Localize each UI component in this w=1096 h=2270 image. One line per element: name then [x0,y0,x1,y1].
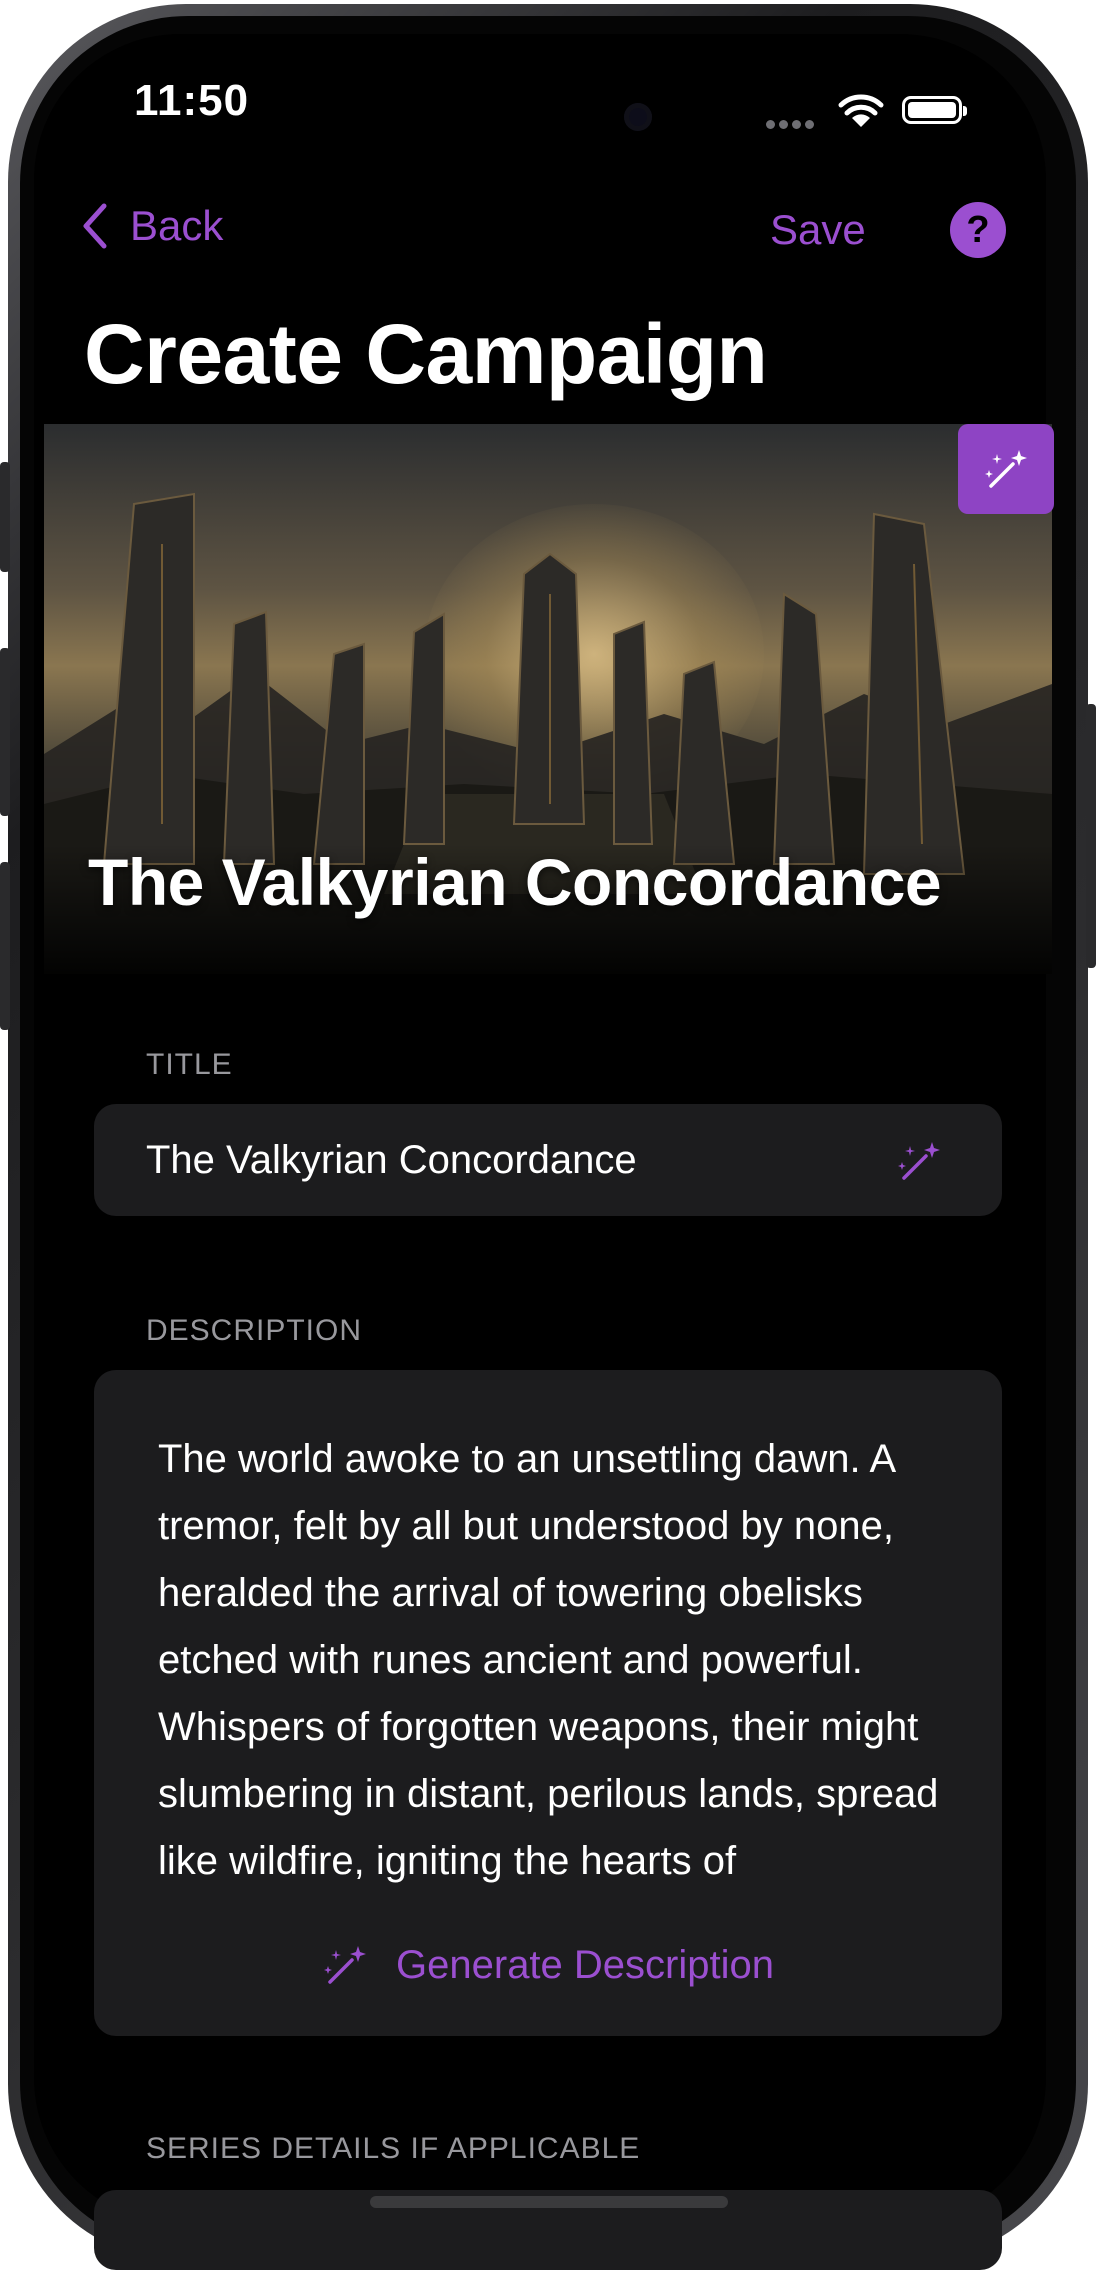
back-button[interactable]: Back [82,202,223,250]
generate-image-button[interactable] [958,424,1054,514]
series-label: SERIES DETAILS IF APPLICABLE [146,2132,641,2165]
wifi-icon [838,94,884,133]
side-button [0,462,10,572]
title-value: The Valkyrian Concordance [146,1138,637,1182]
description-label: DESCRIPTION [146,1314,363,1347]
magic-wand-icon [324,1946,367,1984]
back-label: Back [130,202,224,249]
home-indicator[interactable] [370,2196,728,2208]
magic-wand-icon [898,1142,940,1180]
campaign-cover-image: The Valkyrian Concordance [44,424,1052,974]
status-time: 11:50 [134,76,250,125]
title-field[interactable]: The Valkyrian Concordance [94,1104,1002,1216]
side-button [1086,704,1096,968]
hero-title: The Valkyrian Concordance [88,845,942,919]
side-button [0,648,10,816]
save-button[interactable]: Save [770,206,866,254]
generate-description-button[interactable]: Generate Description [94,1942,1002,1988]
help-button[interactable]: ? [950,202,1006,258]
battery-icon [902,96,967,124]
generate-title-button[interactable] [896,1138,942,1189]
signal-icon [766,116,818,134]
page-title: Create Campaign [84,307,768,401]
camera-icon [624,103,652,131]
description-text[interactable]: The world awoke to an unsettling dawn. A… [158,1426,958,1906]
generate-description-label: Generate Description [396,1942,774,1987]
chevron-left-icon [83,203,107,249]
magic-wand-icon [985,450,1027,488]
side-button [0,862,10,1030]
title-label: TITLE [146,1048,233,1081]
dynamic-island [400,86,700,148]
description-field[interactable]: The world awoke to an unsettling dawn. A… [94,1370,1002,2036]
